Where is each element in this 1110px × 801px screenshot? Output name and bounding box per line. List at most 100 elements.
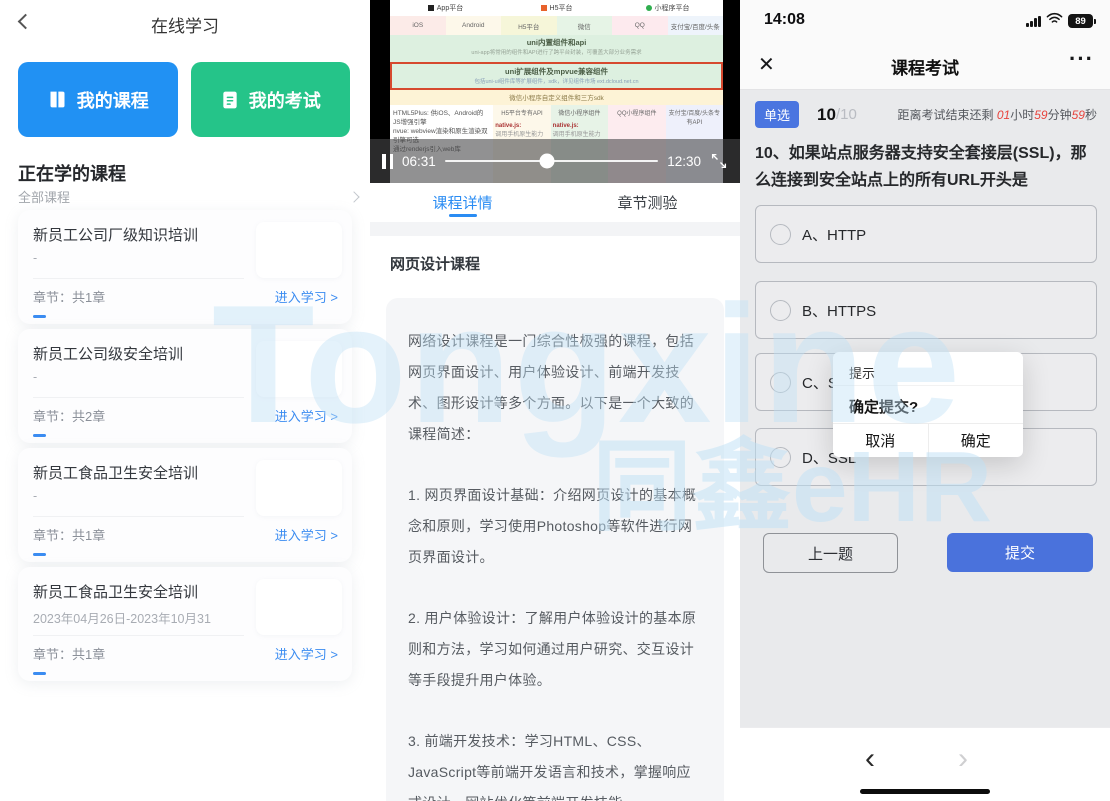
course-card[interactable]: 新员工公司级安全培训 - 章节：共2章 进入学习 > [18,329,352,443]
progress-bar [33,553,46,556]
exam-panel: 14:08 89 ✕ 课程考试 ··· 单选 10 /10 距离考试结束还剩 0… [740,0,1110,801]
slider-handle[interactable] [540,154,555,169]
divider [33,397,244,398]
exam-countdown: 距离考试结束还剩 01小时59分钟59秒 [898,106,1097,123]
radio-icon[interactable] [770,224,791,245]
separator [370,222,740,236]
wifi-icon [1046,12,1063,30]
my-exams-button[interactable]: 我的考试 [191,62,351,137]
status-bar: 14:08 89 [740,0,1110,40]
enter-study-link[interactable]: 进入学习 > [275,644,338,663]
course-title: 新员工公司厂级知识培训 [33,224,244,245]
description-paragraph: 网络设计课程是一门综合性极强的课程，包括网页界面设计、用户体验设计、前端开发技术… [408,326,702,450]
cancel-button[interactable]: 取消 [833,424,928,457]
enter-study-link[interactable]: 进入学习 > [275,287,338,306]
slide-text: 调用手机原生能力 [495,129,548,138]
progress-slider[interactable] [445,160,658,162]
course-detail-title: 网页设计课程 [390,253,480,274]
option-a[interactable]: A、HTTP [755,205,1097,263]
online-learning-panel: 在线学习 我的课程 我的考试 正在学的课程 全部课程 新员工公司厂级知 [0,0,370,801]
radio-icon[interactable] [770,372,791,393]
option-label: B、HTTPS [802,300,876,321]
course-chapters: 章节：共2章 [33,406,105,425]
slide-band-sub: uni-app将常用的组件和API进行了跨平台封装，可覆盖大部分业务需求 [390,48,723,56]
quick-buttons: 我的课程 我的考试 [18,62,350,137]
status-time: 14:08 [764,11,805,29]
browser-bottom-bar: ‹ › [740,727,1110,801]
progress-bar [33,434,46,437]
slide-cell: 支付宝/百度/头条 [668,16,724,35]
slide-cell: 微信 [557,16,613,35]
course-title: 新员工公司级安全培训 [33,343,244,364]
previous-question-button[interactable]: 上一题 [763,533,898,573]
progress-bar [33,672,46,675]
slide-text: HTML5Plus: 供iOS、Android的JS增强引擎 [393,109,490,127]
question-type-badge: 单选 [755,101,799,128]
more-icon[interactable]: ··· [1069,46,1094,72]
slide-cell: Android [446,16,502,35]
nav-back-icon[interactable]: ‹ [865,742,875,776]
question-text: 10、如果站点服务器支持安全套接层(SSL)，那么连接到安全站点上的所有URL开… [755,140,1095,194]
my-courses-button[interactable]: 我的课程 [18,62,178,137]
course-description: 网络设计课程是一门综合性极强的课程，包括网页界面设计、用户体验设计、前端开发技术… [386,298,724,801]
book-icon [47,89,68,110]
slide-text: 调用手机原生能力 [553,129,606,138]
slide-band-sub: 包括uni-ui组件库等扩展组件，sdk，详见组件市场 ext.dcloud.n… [392,77,721,85]
tab-chapter-quiz[interactable]: 章节测验 [555,183,740,222]
app-platform-icon [428,5,434,11]
video-player[interactable]: App平台 H5平台 小程序平台 iOS Android H5平台 微信 QQ … [370,0,740,183]
course-subtitle: - [33,251,244,265]
course-thumbnail [256,222,342,278]
description-paragraph: 1. 网页界面设计基础：介绍网页设计的基本概念和原则，学习使用Photoshop… [408,480,702,573]
radio-icon[interactable] [770,447,791,468]
section-title: 正在学的课程 [18,160,126,186]
my-courses-label: 我的课程 [77,87,149,113]
confirm-button[interactable]: 确定 [929,424,1024,457]
progress-bar [33,315,46,318]
option-label: A、HTTP [802,224,866,245]
battery-icon: 89 [1068,14,1096,28]
course-title: 新员工食品卫生安全培训 [33,462,244,483]
enter-study-link[interactable]: 进入学习 > [275,525,338,544]
slide-label: 小程序平台 [655,3,690,13]
option-b[interactable]: B、HTTPS [755,281,1097,339]
tab-course-detail[interactable]: 课程详情 [370,183,555,222]
dialog-title: 提示 [849,363,875,382]
page-title: 在线学习 [0,12,370,37]
slide-cell: iOS [390,16,446,35]
tab-label: 课程详情 [432,192,492,213]
home-indicator [860,789,990,794]
submit-button[interactable]: 提交 [947,533,1093,572]
screen: 在线学习 我的课程 我的考试 正在学的课程 全部课程 新员工公司厂级知 [0,0,1110,801]
course-card[interactable]: 新员工食品卫生安全培训 2023年04月26日-2023年10月31 章节：共1… [18,567,352,681]
enter-study-link[interactable]: 进入学习 > [275,406,338,425]
all-courses-row[interactable]: 全部课程 [18,187,358,206]
duration: 12:30 [667,154,701,169]
course-thumbnail [256,579,342,635]
slide-band-title: uni内置组件和api [390,37,723,48]
radio-icon[interactable] [770,300,791,321]
divider [33,278,244,279]
course-card[interactable]: 新员工食品卫生安全培训 - 章节：共1章 进入学习 > [18,448,352,562]
exam-title: 课程考试 [740,54,1110,79]
slide-cell: H5平台 [501,16,557,35]
fullscreen-icon[interactable] [710,152,728,170]
slide-band-title: 微信小程序自定义组件和三方sdk [390,92,723,102]
question-total: /10 [836,106,857,123]
dialog-message: 确定提交? [849,396,918,417]
course-chapters: 章节：共1章 [33,287,105,306]
course-thumbnail [256,341,342,397]
description-paragraph: 3. 前端开发技术：学习HTML、CSS、JavaScript等前端开发语言和技… [408,726,702,801]
divider [33,635,244,636]
nav-forward-icon[interactable]: › [958,742,968,776]
course-card[interactable]: 新员工公司厂级知识培训 - 章节：共1章 进入学习 > [18,210,352,324]
slide-col-label: 微信小程序组件 [553,108,606,117]
divider [833,385,1023,386]
left-header: 在线学习 [0,0,370,46]
pause-button[interactable] [382,154,393,169]
slide-band-title: uni扩展组件及mpvue兼容组件 [392,66,721,77]
video-controls: 06:31 12:30 [370,139,740,183]
chevron-right-icon [348,191,359,202]
divider [33,516,244,517]
slide-label: App平台 [437,3,463,13]
